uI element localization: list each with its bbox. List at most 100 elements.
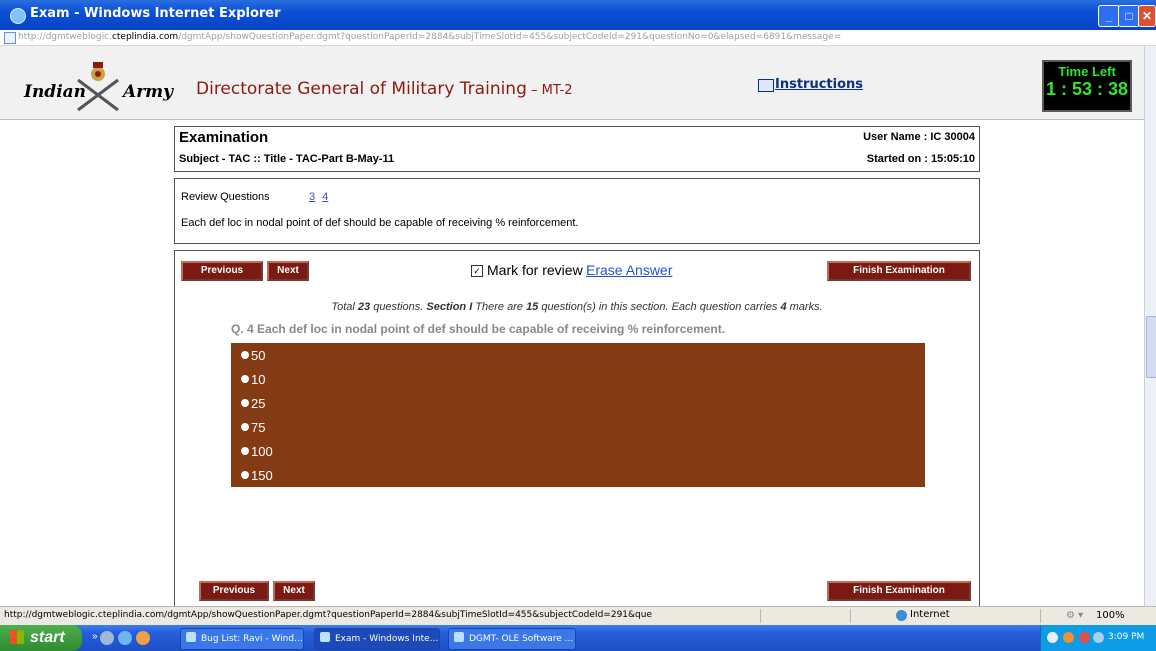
- option-25[interactable]: 25: [241, 396, 265, 411]
- taskbar: start » Bug List: Ravi - Wind... Exam - …: [0, 625, 1156, 651]
- task-bug-list[interactable]: Bug List: Ravi - Wind...: [180, 628, 304, 650]
- next-button-bottom[interactable]: Next: [273, 581, 315, 601]
- protected-mode-icon[interactable]: ⚙ ▾: [1066, 610, 1083, 621]
- tray-firefox-icon[interactable]: [1063, 632, 1074, 643]
- desktop-quicklaunch-icon[interactable]: [100, 631, 114, 645]
- answer-options: 50 10 25 75 100 150: [231, 343, 925, 487]
- section-name: Section I: [426, 301, 473, 313]
- option-label: 10: [251, 372, 266, 387]
- address-url[interactable]: http://dgmtweblogic.cteplindia.com/dgmtA…: [18, 32, 841, 42]
- task-label: Bug List: Ravi - Wind...: [201, 634, 303, 644]
- army-emblem-icon: [77, 62, 119, 112]
- option-label: 75: [251, 420, 266, 435]
- summary-text-b: questions.: [370, 301, 427, 313]
- task-exam[interactable]: Exam - Windows Inte...: [314, 628, 440, 650]
- option-label: 150: [251, 468, 273, 483]
- review-question-text: Each def loc in nodal point of def shoul…: [181, 217, 579, 229]
- task-dgmt[interactable]: DGMT- OLE Software ...: [448, 628, 576, 650]
- radio-icon[interactable]: [241, 399, 249, 407]
- security-zone: Internet: [910, 609, 950, 620]
- summary-text-c: There are: [472, 301, 527, 313]
- window-title-bar[interactable]: Exam - Windows Internet Explorer _ □ ✕: [0, 0, 1156, 30]
- review-link-4[interactable]: 4: [322, 191, 328, 203]
- status-bar: http://dgmtweblogic.cteplindia.com/dgmtA…: [0, 606, 1156, 625]
- time-left-label: Time Left: [1058, 64, 1116, 79]
- option-75[interactable]: 75: [241, 420, 265, 435]
- start-label: start: [30, 629, 65, 646]
- radio-icon[interactable]: [241, 447, 249, 455]
- tray-network-icon[interactable]: [1093, 632, 1104, 643]
- close-button[interactable]: ✕: [1138, 5, 1156, 27]
- vertical-scrollbar[interactable]: [1144, 46, 1156, 606]
- question-summary: Total 23 questions. Section I There are …: [175, 301, 979, 313]
- previous-button[interactable]: Previous: [181, 261, 263, 281]
- option-150[interactable]: 150: [241, 468, 273, 483]
- task-label: Exam - Windows Inte...: [335, 634, 439, 644]
- title-suffix: – MT-2: [526, 83, 573, 98]
- previous-button-bottom[interactable]: Previous: [199, 581, 269, 601]
- option-10[interactable]: 10: [241, 372, 265, 387]
- review-label: Review Questions: [181, 191, 270, 203]
- time-left-value: 1 : 53 : 38: [1045, 79, 1129, 99]
- question-panel: Previous Next ✓ Mark for review Erase An…: [174, 250, 980, 612]
- option-label: 50: [251, 348, 266, 363]
- zoom-level[interactable]: 100%: [1096, 610, 1125, 621]
- summary-text-d: question(s) in this section. Each questi…: [538, 301, 781, 313]
- status-divider: [760, 609, 761, 623]
- book-icon[interactable]: [758, 79, 774, 92]
- address-bar[interactable]: http://dgmtweblogic.cteplindia.com/dgmtA…: [0, 30, 1156, 46]
- globe-icon: [896, 610, 907, 621]
- window-icon: [454, 632, 464, 642]
- logo-army-text: Army: [123, 82, 174, 102]
- total-questions: 23: [357, 301, 371, 313]
- section-count: 15: [526, 301, 539, 313]
- quicklaunch-more-icon[interactable]: »: [92, 631, 98, 642]
- start-button[interactable]: start: [0, 625, 82, 651]
- minimize-button[interactable]: _: [1098, 5, 1120, 27]
- radio-icon[interactable]: [241, 351, 249, 359]
- option-100[interactable]: 100: [241, 444, 273, 459]
- option-50[interactable]: 50: [241, 348, 265, 363]
- task-label: DGMT- OLE Software ...: [469, 634, 574, 644]
- subject-title: Subject - TAC :: Title - TAC-Part B-May-…: [179, 153, 395, 165]
- mark-for-review-label[interactable]: Mark for review: [487, 262, 583, 278]
- maximize-button[interactable]: □: [1118, 5, 1140, 27]
- status-divider: [1040, 609, 1041, 623]
- ie-quicklaunch-icon[interactable]: [118, 631, 132, 645]
- radio-icon[interactable]: [241, 375, 249, 383]
- finish-examination-button-bottom[interactable]: Finish Examination: [827, 581, 971, 601]
- exam-info-panel: Examination Subject - TAC :: Title - TAC…: [174, 126, 980, 172]
- radio-icon[interactable]: [241, 471, 249, 479]
- firefox-quicklaunch-icon[interactable]: [136, 631, 150, 645]
- time-left-display: Time Left 1 : 53 : 38: [1042, 60, 1132, 112]
- status-divider: [850, 609, 851, 623]
- tray-security-icon[interactable]: [1079, 632, 1090, 643]
- mark-for-review-checkbox[interactable]: ✓: [471, 265, 483, 277]
- erase-answer-link[interactable]: Erase Answer: [586, 262, 672, 278]
- question-text: Q. 4 Each def loc in nodal point of def …: [227, 319, 931, 339]
- instructions-link[interactable]: Instructions: [775, 77, 863, 92]
- status-url: http://dgmtweblogic.cteplindia.com/dgmtA…: [4, 610, 652, 620]
- page-content: Indian Army Directorate General of Milit…: [0, 46, 1144, 612]
- started-on: Started on : 15:05:10: [866, 153, 975, 165]
- window-title: Exam - Windows Internet Explorer: [30, 6, 281, 21]
- radio-icon[interactable]: [241, 423, 249, 431]
- scrollbar-thumb[interactable]: [1146, 316, 1156, 378]
- url-prefix: http://dgmtweblogic.: [18, 32, 112, 42]
- page-title: Directorate General of Military Training…: [196, 79, 573, 99]
- summary-text-a: Total: [331, 301, 358, 313]
- tray-arrow-icon[interactable]: [1047, 632, 1058, 643]
- page-icon: [4, 32, 16, 44]
- option-label: 100: [251, 444, 273, 459]
- page-header: Indian Army Directorate General of Milit…: [0, 46, 1144, 120]
- summary-text-e: marks.: [786, 301, 823, 313]
- ie-icon: [10, 8, 26, 24]
- finish-examination-button[interactable]: Finish Examination: [827, 261, 971, 281]
- clock[interactable]: 3:09 PM: [1108, 632, 1144, 642]
- next-button[interactable]: Next: [267, 261, 309, 281]
- option-label: 25: [251, 396, 266, 411]
- firefox-icon: [186, 632, 196, 642]
- url-rest: /dgmtApp/showQuestionPaper.dgmt?question…: [178, 32, 842, 42]
- review-link-3[interactable]: 3: [309, 191, 315, 203]
- exam-heading: Examination: [179, 129, 269, 146]
